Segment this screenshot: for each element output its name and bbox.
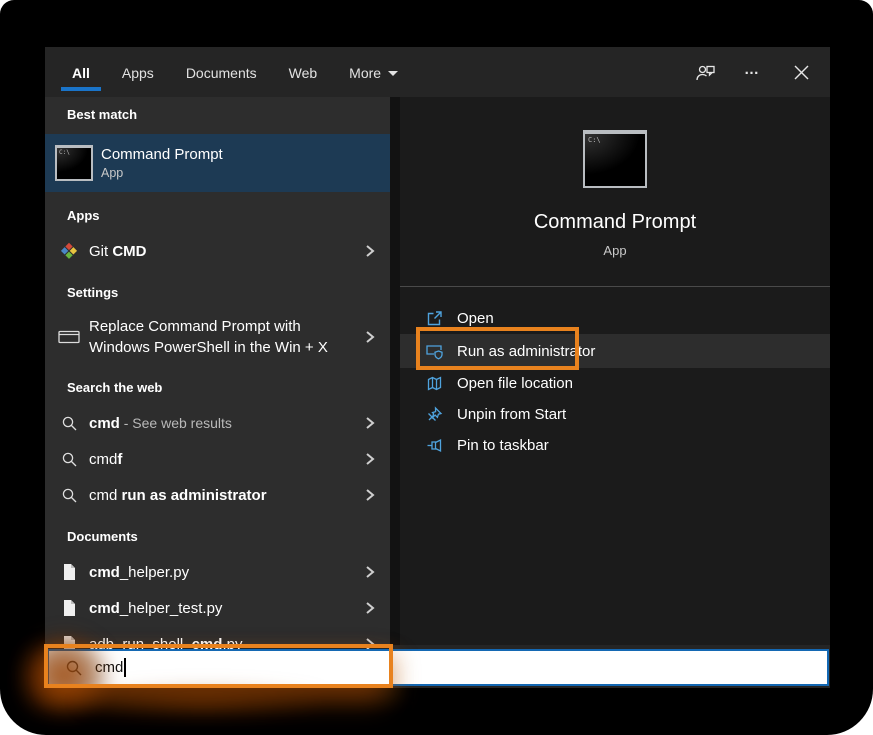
file-location-icon (425, 375, 444, 392)
chevron-right-icon[interactable] (362, 330, 376, 344)
result-label: cmd run as administrator (89, 487, 354, 504)
search-results-area: Best match C:\ Command Prompt App Apps (45, 97, 830, 645)
search-input[interactable]: cmd (47, 649, 829, 686)
result-git-cmd[interactable]: Git CMD (45, 233, 390, 269)
divider (400, 286, 830, 287)
best-match-text: Command Prompt App (101, 146, 223, 180)
result-web-cmdf[interactable]: cmdf (45, 441, 390, 477)
search-icon (57, 415, 81, 432)
result-document-cmd-helper[interactable]: cmd_helper.py (45, 554, 390, 590)
documents-header: Documents (67, 529, 390, 544)
filter-tabs: All Apps Documents Web More (70, 50, 400, 94)
screen-background: All Apps Documents Web More (0, 0, 873, 735)
result-document-cmd-helper-test[interactable]: cmd_helper_test.py (45, 590, 390, 626)
result-label: cmd_helper.py (89, 564, 354, 581)
chevron-right-icon[interactable] (362, 416, 376, 430)
result-replace-command-prompt-setting[interactable]: Replace Command Prompt with Windows Powe… (45, 310, 390, 364)
search-icon (57, 451, 81, 468)
result-label: Git CMD (89, 243, 354, 260)
action-run-as-administrator[interactable]: Run as administrator (400, 334, 830, 368)
search-icon (57, 487, 81, 504)
app-actions: Open Run as administrator (400, 303, 830, 461)
annotation-glow (55, 682, 425, 722)
tab-web[interactable]: Web (287, 50, 320, 94)
action-label: Open file location (457, 375, 573, 392)
chevron-right-icon[interactable] (362, 601, 376, 615)
app-title: Command Prompt (534, 211, 696, 234)
desktop-setting-icon (57, 330, 81, 344)
chevron-right-icon[interactable] (362, 452, 376, 466)
tab-all[interactable]: All (70, 50, 92, 94)
search-filter-bar: All Apps Documents Web More (45, 47, 830, 97)
chevron-right-icon[interactable] (362, 244, 376, 258)
tab-apps[interactable]: Apps (120, 50, 156, 94)
result-label: cmd - See web results (89, 415, 354, 432)
apps-header: Apps (67, 208, 390, 223)
app-detail-panel: C:\ Command Prompt App Open (400, 97, 830, 645)
results-list: Best match C:\ Command Prompt App Apps (45, 97, 390, 645)
git-icon (57, 241, 81, 261)
action-open-file-location[interactable]: Open file location (400, 368, 830, 399)
result-label: Replace Command Prompt with Windows Powe… (89, 316, 354, 358)
chevron-right-icon[interactable] (362, 488, 376, 502)
action-label: Run as administrator (457, 343, 595, 360)
command-prompt-icon: C:\ (55, 145, 93, 181)
unpin-icon (425, 406, 444, 423)
feedback-icon[interactable] (694, 61, 716, 83)
result-web-cmd-run-as-administrator[interactable]: cmd run as administrator (45, 477, 390, 513)
app-detail-header: C:\ Command Prompt App (400, 97, 830, 287)
windows-search-flyout: All Apps Documents Web More (45, 47, 830, 688)
best-match-header: Best match (67, 107, 390, 122)
text-cursor (124, 658, 126, 677)
action-pin-to-taskbar[interactable]: Pin to taskbar (400, 430, 830, 461)
tab-documents[interactable]: Documents (184, 50, 259, 94)
action-unpin-from-start[interactable]: Unpin from Start (400, 399, 830, 430)
action-label: Pin to taskbar (457, 437, 549, 454)
tab-more-label: More (349, 65, 381, 81)
best-match-result-command-prompt[interactable]: C:\ Command Prompt App (45, 134, 390, 192)
action-label: Unpin from Start (457, 406, 566, 423)
document-icon (57, 599, 81, 617)
pin-icon (425, 437, 444, 454)
more-options-icon[interactable]: … (742, 61, 764, 83)
tab-more[interactable]: More (347, 50, 400, 94)
action-open[interactable]: Open (400, 303, 830, 334)
search-icon (65, 659, 83, 677)
run-as-admin-shield-icon (425, 343, 444, 360)
column-divider (390, 97, 400, 645)
settings-header: Settings (67, 285, 390, 300)
topbar-actions: … (694, 61, 812, 83)
result-web-cmd[interactable]: cmd - See web results (45, 405, 390, 441)
search-input-value: cmd (95, 658, 126, 677)
open-launch-icon (425, 310, 444, 327)
search-the-web-header: Search the web (67, 380, 390, 395)
document-icon (57, 563, 81, 581)
chevron-down-icon (388, 71, 398, 76)
app-subtitle: App (603, 243, 626, 258)
close-icon[interactable] (790, 61, 812, 83)
best-match-title: Command Prompt (101, 146, 223, 163)
action-label: Open (457, 310, 494, 327)
chevron-right-icon[interactable] (362, 565, 376, 579)
command-prompt-large-icon: C:\ (583, 130, 647, 188)
result-label: cmd_helper_test.py (89, 600, 354, 617)
best-match-subtitle: App (101, 166, 223, 180)
result-label: cmdf (89, 451, 354, 468)
